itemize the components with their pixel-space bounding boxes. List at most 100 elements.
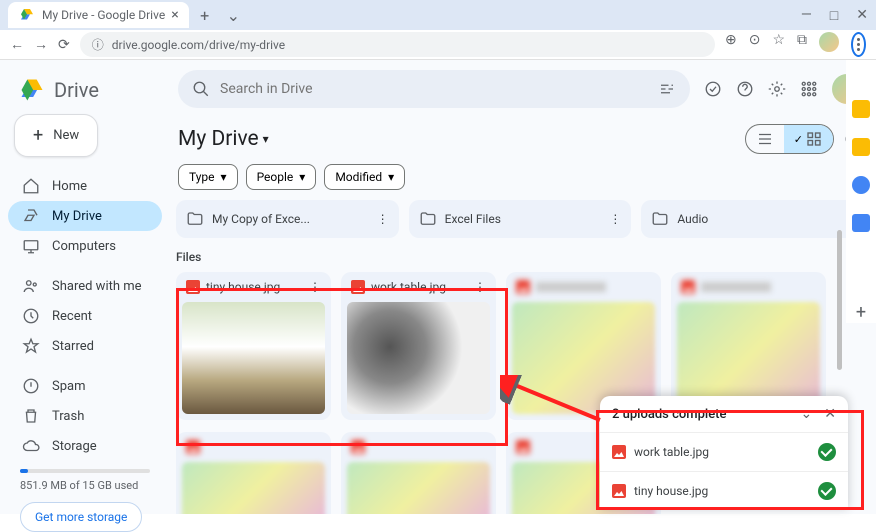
sidebar-item-shared[interactable]: Shared with me	[8, 271, 162, 301]
search-box[interactable]	[178, 70, 690, 108]
help-icon[interactable]	[736, 80, 754, 98]
image-icon	[351, 280, 365, 294]
file-card[interactable]: work table.jpg⋮	[341, 272, 496, 420]
extensions-icon[interactable]: ⧉	[797, 32, 807, 57]
sidebar-item-computers[interactable]: Computers	[8, 231, 162, 261]
folder-card[interactable]: Audio⋮	[641, 200, 864, 238]
page-title[interactable]: My Drive ▾	[178, 127, 269, 151]
brand-text: Drive	[54, 78, 99, 102]
browser-menu-icon[interactable]	[851, 32, 866, 57]
shared-icon	[22, 277, 40, 295]
search-options-icon[interactable]	[658, 80, 676, 98]
side-panel: +	[846, 60, 876, 323]
folder-icon	[419, 210, 437, 228]
folder-icon	[186, 210, 204, 228]
browser-tab-bar: My Drive - Google Drive × + ⌄ — □ ✕	[0, 0, 876, 30]
sidebar-item-home[interactable]: Home	[8, 171, 162, 201]
offline-icon[interactable]	[704, 80, 722, 98]
title-dropdown-icon: ▾	[263, 132, 269, 146]
apps-icon[interactable]	[800, 80, 818, 98]
new-button[interactable]: + New	[14, 114, 98, 157]
file-menu-icon[interactable]: ⋮	[474, 280, 486, 294]
reload-icon[interactable]: ⟳	[58, 37, 70, 53]
browser-url-bar: ← → ⟳ ⓘ drive.google.com/drive/my-drive …	[0, 30, 876, 60]
chevron-down-icon: ▾	[388, 170, 394, 184]
drive-logo-icon	[18, 76, 46, 104]
file-thumbnail	[347, 302, 490, 414]
maximize-icon[interactable]: □	[830, 7, 838, 24]
filter-people[interactable]: People▾	[246, 164, 317, 190]
search-icon	[192, 80, 210, 98]
sidebar-item-mydrive[interactable]: My Drive	[8, 201, 162, 231]
drive-icon	[22, 207, 40, 225]
tasks-icon[interactable]	[852, 176, 870, 194]
file-card-blurred[interactable]	[176, 432, 331, 514]
keep-icon[interactable]	[852, 138, 870, 156]
image-icon	[612, 445, 626, 459]
collapse-icon[interactable]: ⌄	[801, 406, 813, 422]
sidebar-item-storage[interactable]: Storage	[8, 431, 162, 461]
image-icon	[186, 280, 200, 294]
install-icon[interactable]: ⊕	[725, 32, 737, 57]
star-icon	[22, 337, 40, 355]
calendar-icon[interactable]	[852, 100, 870, 118]
folder-card[interactable]: My Copy of Exce...⋮	[176, 200, 399, 238]
filter-type[interactable]: Type▾	[178, 164, 238, 190]
sidebar-item-recent[interactable]: Recent	[8, 301, 162, 331]
file-thumbnail	[182, 302, 325, 414]
chevron-down-icon: ▾	[299, 170, 305, 184]
zoom-icon[interactable]: ⊙	[749, 32, 761, 57]
sidebar-item-trash[interactable]: Trash	[8, 401, 162, 431]
upload-panel: 2 uploads complete ⌄ ✕ work table.jpg ti…	[600, 396, 848, 510]
drive-favicon	[18, 6, 36, 24]
close-tab-icon[interactable]: ×	[171, 7, 178, 23]
sidebar-item-starred[interactable]: Starred	[8, 331, 162, 361]
folder-card[interactable]: Excel Files⋮	[409, 200, 632, 238]
recent-icon	[22, 307, 40, 325]
filter-modified[interactable]: Modified▾	[324, 164, 405, 190]
folder-menu-icon[interactable]: ⋮	[609, 212, 621, 226]
chevron-down-icon: ▾	[221, 170, 227, 184]
forward-icon[interactable]: →	[34, 36, 48, 53]
scrollbar[interactable]	[837, 230, 842, 370]
files-section-label: Files	[176, 246, 864, 268]
url-field[interactable]: ⓘ drive.google.com/drive/my-drive	[80, 32, 715, 57]
get-more-storage-button[interactable]: Get more storage	[20, 502, 142, 532]
list-view-button[interactable]	[746, 125, 784, 153]
folder-menu-icon[interactable]: ⋮	[377, 212, 389, 226]
file-card[interactable]: tiny house.jpg⋮	[176, 272, 331, 420]
settings-icon[interactable]	[768, 80, 786, 98]
browser-tab[interactable]: My Drive - Google Drive ×	[8, 2, 189, 28]
upload-header-text: 2 uploads complete	[612, 407, 726, 422]
addons-plus-icon[interactable]: +	[856, 302, 866, 323]
file-card-blurred[interactable]	[341, 432, 496, 514]
sidebar: Drive + New Home My Drive Computers Shar…	[0, 60, 170, 514]
contacts-icon[interactable]	[852, 214, 870, 232]
home-icon	[22, 177, 40, 195]
tab-dropdown-icon[interactable]: ⌄	[227, 6, 240, 25]
sidebar-item-spam[interactable]: Spam	[8, 371, 162, 401]
grid-view-button[interactable]: ✓	[784, 125, 833, 153]
plus-icon: +	[33, 125, 43, 146]
minimize-icon[interactable]: —	[801, 7, 812, 24]
upload-item[interactable]: work table.jpg	[600, 432, 848, 471]
new-tab-button[interactable]: +	[195, 5, 215, 25]
url-text: drive.google.com/drive/my-drive	[112, 38, 285, 52]
search-input[interactable]	[220, 81, 648, 97]
file-menu-icon[interactable]: ⋮	[309, 280, 321, 294]
close-window-icon[interactable]: ✕	[856, 7, 868, 24]
close-upload-icon[interactable]: ✕	[824, 406, 836, 422]
view-toggle: ✓	[745, 124, 834, 154]
folder-icon	[651, 210, 669, 228]
upload-item[interactable]: tiny house.jpg	[600, 471, 848, 510]
trash-icon	[22, 407, 40, 425]
drive-brand[interactable]: Drive	[8, 72, 162, 108]
image-icon	[612, 484, 626, 498]
bookmark-icon[interactable]: ☆	[772, 32, 785, 57]
site-info-icon[interactable]: ⓘ	[92, 36, 104, 53]
cloud-icon	[22, 437, 40, 455]
profile-avatar-small[interactable]	[819, 32, 839, 52]
success-check-icon	[818, 482, 836, 500]
back-icon[interactable]: ←	[10, 36, 24, 53]
storage-bar	[20, 469, 150, 473]
